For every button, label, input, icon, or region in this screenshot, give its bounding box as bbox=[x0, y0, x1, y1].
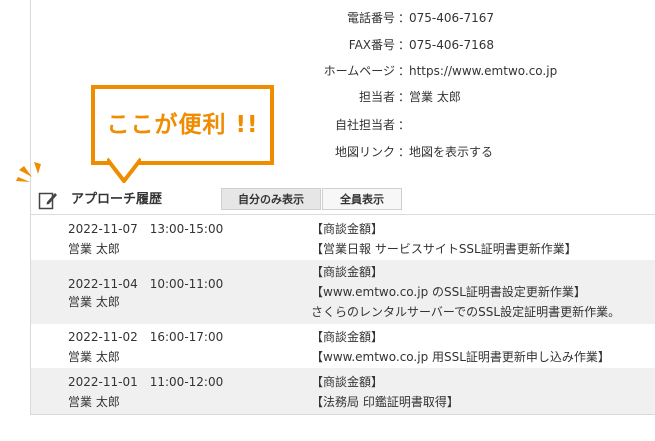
history-line: 【商談金額】 bbox=[311, 265, 384, 279]
tab-mine-only[interactable]: 自分のみ表示 bbox=[221, 188, 321, 210]
info-label: ホームページ bbox=[323, 64, 395, 78]
history-line: 【商談金額】 bbox=[311, 375, 384, 389]
history-person: 営業 太郎 bbox=[68, 242, 120, 256]
info-row-homepage: ホームページ ： https://www.emtwo.co.jp bbox=[0, 61, 655, 81]
info-row-fax: FAX番号 ： 075-406-7168 bbox=[0, 35, 655, 55]
history-line: 【法務局 印鑑証明書取得】 bbox=[311, 395, 459, 409]
fax-value: 075-406-7168 bbox=[409, 38, 495, 52]
callout-tail bbox=[107, 158, 141, 183]
info-separator: ： bbox=[398, 118, 411, 132]
history-person: 営業 太郎 bbox=[68, 395, 120, 409]
history-person: 営業 太郎 bbox=[68, 350, 120, 364]
info-label: 電話番号 bbox=[346, 11, 395, 25]
history-line: 【商談金額】 bbox=[311, 222, 384, 236]
edit-note-icon bbox=[38, 192, 57, 210]
callout-bubble: ここが便利 !! bbox=[91, 85, 274, 165]
info-separator: ： bbox=[398, 64, 411, 78]
info-separator: ： bbox=[398, 38, 411, 52]
map-link[interactable]: 地図を表示する bbox=[409, 142, 493, 162]
history-datetime: 2022-11-01 11:00-12:00 bbox=[68, 375, 224, 389]
history-title: アプローチ履歴 bbox=[71, 192, 163, 207]
tab-show-all[interactable]: 全員表示 bbox=[322, 188, 402, 210]
info-separator: ： bbox=[398, 145, 411, 159]
history-row[interactable]: 2022-11-01 11:00-12:00 営業 太郎 【商談金額】 【法務局… bbox=[31, 368, 655, 414]
approach-history-header: アプローチ履歴 自分のみ表示 全員表示 bbox=[31, 185, 655, 215]
history-person: 営業 太郎 bbox=[68, 295, 120, 309]
history-line: 【営業日報 サービスサイトSSL証明書更新作業】 bbox=[311, 242, 577, 256]
history-line: 【www.emtwo.co.jp 用SSL証明書更新申し込み作業】 bbox=[311, 350, 610, 364]
info-separator: ： bbox=[398, 11, 411, 25]
info-label: 地図リンク bbox=[334, 145, 395, 159]
phone-value: 075-406-7167 bbox=[409, 11, 495, 25]
history-datetime: 2022-11-04 10:00-11:00 bbox=[68, 277, 224, 291]
history-row[interactable]: 2022-11-04 10:00-11:00 営業 太郎 【商談金額】 【www… bbox=[31, 260, 655, 324]
history-row[interactable]: 2022-11-07 13:00-15:00 営業 太郎 【商談金額】 【営業日… bbox=[31, 216, 655, 260]
contact-value: 営業 太郎 bbox=[409, 90, 461, 104]
info-label: 自社担当者 bbox=[334, 118, 395, 132]
history-line: さくらのレンタルサーバーでのSSL設定証明書更新作業。 bbox=[311, 305, 621, 319]
info-label: FAX番号 bbox=[348, 38, 395, 52]
info-label: 担当者 bbox=[358, 90, 395, 104]
info-row-phone: 電話番号 ： 075-406-7167 bbox=[0, 8, 655, 28]
history-row[interactable]: 2022-11-02 16:00-17:00 営業 太郎 【商談金額】 【www… bbox=[31, 324, 655, 368]
history-line: 【www.emtwo.co.jp のSSL証明書設定更新作業】 bbox=[311, 285, 586, 299]
history-datetime: 2022-11-07 13:00-15:00 bbox=[68, 222, 224, 236]
callout-text: ここが便利 !! bbox=[106, 112, 259, 138]
homepage-link[interactable]: https://www.emtwo.co.jp bbox=[409, 61, 557, 81]
info-separator: ： bbox=[398, 90, 411, 104]
history-line: 【商談金額】 bbox=[311, 330, 384, 344]
history-datetime: 2022-11-02 16:00-17:00 bbox=[68, 330, 224, 344]
